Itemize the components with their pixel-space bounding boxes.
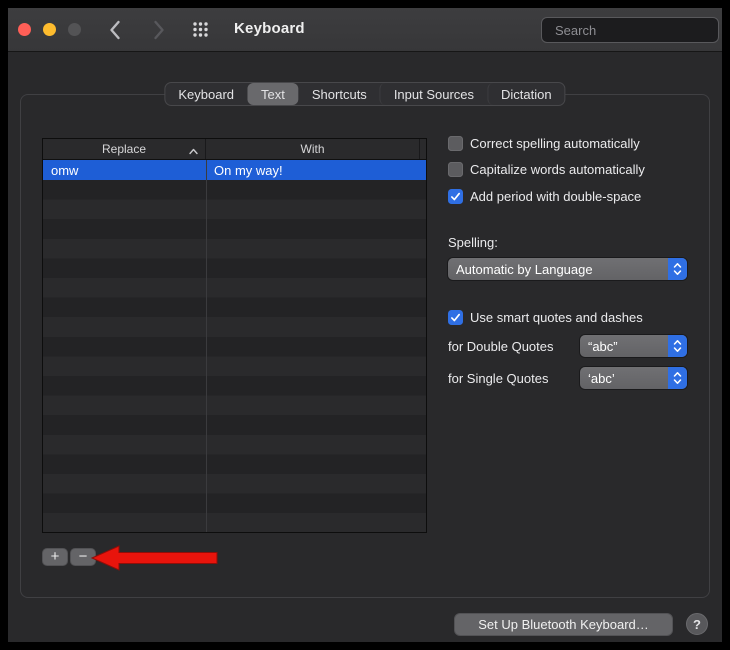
chevron-right-icon <box>151 19 167 41</box>
add-period-label: Add period with double-space <box>470 189 641 204</box>
column-header-with-label: With <box>301 142 325 156</box>
tab-text[interactable]: Text <box>247 83 298 105</box>
forward-button[interactable] <box>146 18 172 42</box>
sort-ascending-icon <box>189 144 198 158</box>
column-header-replace[interactable]: Replace <box>43 139 206 159</box>
table-row[interactable]: omw On my way! <box>43 160 426 180</box>
cell-replace: omw <box>43 163 206 178</box>
tab-dictation[interactable]: Dictation <box>487 83 565 105</box>
traffic-lights <box>18 23 81 36</box>
remove-button[interactable]: − <box>70 548 96 566</box>
single-quotes-popup-value: ‘abc’ <box>580 371 668 386</box>
zoom-button[interactable] <box>68 23 81 36</box>
correct-spelling-label: Correct spelling automatically <box>470 136 640 151</box>
text-replacements-table: Replace With omw On my way! <box>42 138 427 533</box>
smart-quotes-label: Use smart quotes and dashes <box>470 310 643 325</box>
smart-quotes-checkbox[interactable] <box>448 310 463 325</box>
window-title: Keyboard <box>234 20 305 37</box>
single-quotes-popup[interactable]: ‘abc’ <box>580 367 687 389</box>
add-remove-control: + − <box>42 548 96 566</box>
double-quotes-label: for Double Quotes <box>448 339 554 354</box>
table-body[interactable]: omw On my way! <box>43 160 426 532</box>
back-button[interactable] <box>102 18 128 42</box>
correct-spelling-checkbox[interactable] <box>448 136 463 151</box>
double-quotes-popup-value: “abc” <box>580 339 668 354</box>
cell-with: On my way! <box>206 163 283 178</box>
column-header-with[interactable]: With <box>206 139 420 159</box>
spelling-label: Spelling: <box>448 235 498 250</box>
grid-icon <box>192 21 209 38</box>
tab-input-sources[interactable]: Input Sources <box>380 83 487 105</box>
spelling-popup-value: Automatic by Language <box>448 262 668 277</box>
option-capitalize-words: Capitalize words automatically <box>448 162 645 177</box>
popup-chevrons-icon <box>668 367 687 389</box>
capitalize-words-checkbox[interactable] <box>448 162 463 177</box>
minimize-button[interactable] <box>43 23 56 36</box>
title-bar: Keyboard <box>8 8 722 52</box>
add-button[interactable]: + <box>42 548 68 566</box>
chevron-left-icon <box>107 19 123 41</box>
setup-bluetooth-keyboard-button[interactable]: Set Up Bluetooth Keyboard… <box>454 613 673 636</box>
column-header-replace-label: Replace <box>102 142 146 156</box>
option-smart-quotes: Use smart quotes and dashes <box>448 310 643 325</box>
search-field[interactable] <box>541 17 719 43</box>
help-button[interactable]: ? <box>686 613 708 635</box>
add-period-checkbox[interactable] <box>448 189 463 204</box>
option-correct-spelling: Correct spelling automatically <box>448 136 640 151</box>
search-input[interactable] <box>555 23 730 38</box>
popup-chevrons-icon <box>668 335 687 357</box>
tab-keyboard[interactable]: Keyboard <box>165 83 247 105</box>
tab-shortcuts[interactable]: Shortcuts <box>298 83 380 105</box>
capitalize-words-label: Capitalize words automatically <box>470 162 645 177</box>
checkmark-icon <box>450 312 461 323</box>
tab-strip: Keyboard Text Shortcuts Input Sources Di… <box>164 82 565 106</box>
single-quotes-label: for Single Quotes <box>448 371 548 386</box>
popup-chevrons-icon <box>668 258 687 280</box>
checkmark-icon <box>450 191 461 202</box>
close-button[interactable] <box>18 23 31 36</box>
column-header-scroller <box>420 139 426 159</box>
spelling-popup[interactable]: Automatic by Language <box>448 258 687 280</box>
table-header: Replace With <box>43 139 426 160</box>
double-quotes-popup[interactable]: “abc” <box>580 335 687 357</box>
option-add-period: Add period with double-space <box>448 189 641 204</box>
show-all-button[interactable] <box>192 21 209 43</box>
empty-rows-area <box>43 180 426 532</box>
column-divider <box>206 160 207 532</box>
keyboard-preferences-window: Keyboard Keyboard Text Shortcuts Input S… <box>8 8 722 642</box>
